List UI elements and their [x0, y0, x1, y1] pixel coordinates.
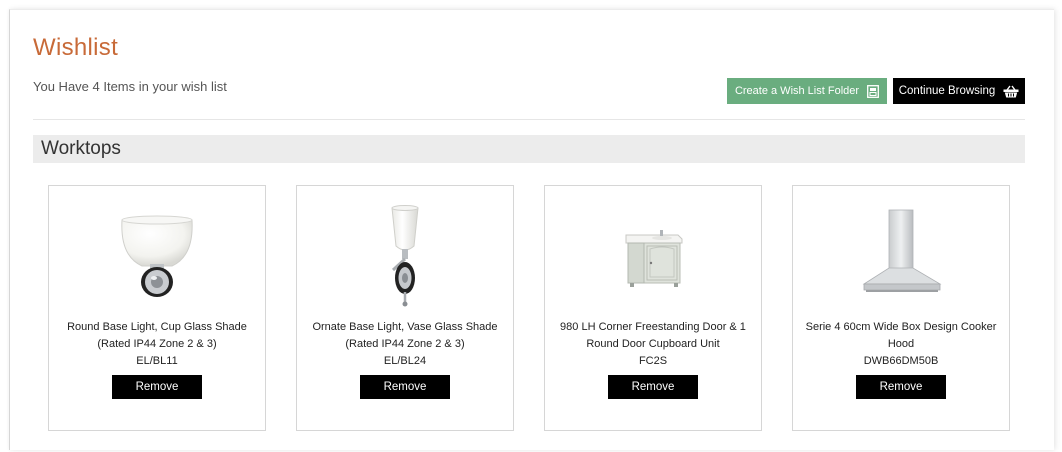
product-image[interactable]: [297, 200, 513, 312]
continue-browsing-label: Continue Browsing: [898, 85, 996, 97]
basket-icon: [1003, 85, 1019, 97]
product-image[interactable]: [49, 200, 265, 312]
remove-button[interactable]: Remove: [360, 375, 450, 399]
product-name-line: Ornate Base Light, Vase Glass Shade: [312, 321, 498, 333]
product-code: EL/BL11: [136, 355, 178, 367]
product-image[interactable]: [545, 200, 761, 312]
section-header-bar: Worktops: [33, 135, 1025, 163]
product-name-line: (Rated IP44 Zone 2 & 3): [97, 338, 217, 350]
header-divider: [33, 119, 1025, 120]
create-wishlist-folder-button[interactable]: Create a Wish List Folder: [727, 78, 887, 104]
product-name[interactable]: Ornate Base Light, Vase Glass Shade (Rat…: [305, 319, 505, 353]
product-name-line: 980 LH Corner Freestanding Door & 1: [560, 321, 746, 333]
product-name-line: Serie 4 60cm Wide Box Design Cooker: [805, 321, 997, 333]
folder-icon: [867, 84, 879, 98]
product-card: 980 LH Corner Freestanding Door & 1 Roun…: [544, 185, 762, 431]
product-image[interactable]: [793, 200, 1009, 312]
vanity-unit-image: [625, 230, 683, 287]
section-title: Worktops: [41, 138, 121, 159]
cup-glass-wall-light-image: [121, 215, 193, 297]
vase-glass-wall-light-image: [391, 205, 419, 307]
remove-button[interactable]: Remove: [112, 375, 202, 399]
product-name-line: Round Door Cupboard Unit: [586, 338, 720, 350]
product-card: Round Base Light, Cup Glass Shade (Rated…: [48, 185, 266, 431]
page-title: Wishlist: [33, 34, 119, 61]
product-code: DWB66DM50B: [863, 355, 939, 367]
product-name-line: Round Base Light, Cup Glass Shade: [67, 321, 247, 333]
remove-button[interactable]: Remove: [608, 375, 698, 399]
product-card: Ornate Base Light, Vase Glass Shade (Rat…: [296, 185, 514, 431]
product-code: FC2S: [638, 355, 668, 367]
cooker-hood-image: [862, 209, 942, 292]
product-name[interactable]: Serie 4 60cm Wide Box Design Cooker Hood: [801, 319, 1001, 353]
product-name-line: (Rated IP44 Zone 2 & 3): [345, 338, 465, 350]
create-wishlist-folder-label: Create a Wish List Folder: [734, 85, 860, 97]
product-code: EL/BL24: [383, 355, 427, 367]
product-card: Serie 4 60cm Wide Box Design Cooker Hood…: [792, 185, 1010, 431]
product-name-line: Hood: [887, 338, 915, 350]
product-name[interactable]: 980 LH Corner Freestanding Door & 1 Roun…: [553, 319, 753, 353]
continue-browsing-button[interactable]: Continue Browsing: [893, 78, 1025, 104]
remove-button[interactable]: Remove: [856, 375, 946, 399]
items-count-text: You Have 4 Items in your wish list: [33, 79, 227, 94]
product-name[interactable]: Round Base Light, Cup Glass Shade (Rated…: [57, 319, 257, 353]
